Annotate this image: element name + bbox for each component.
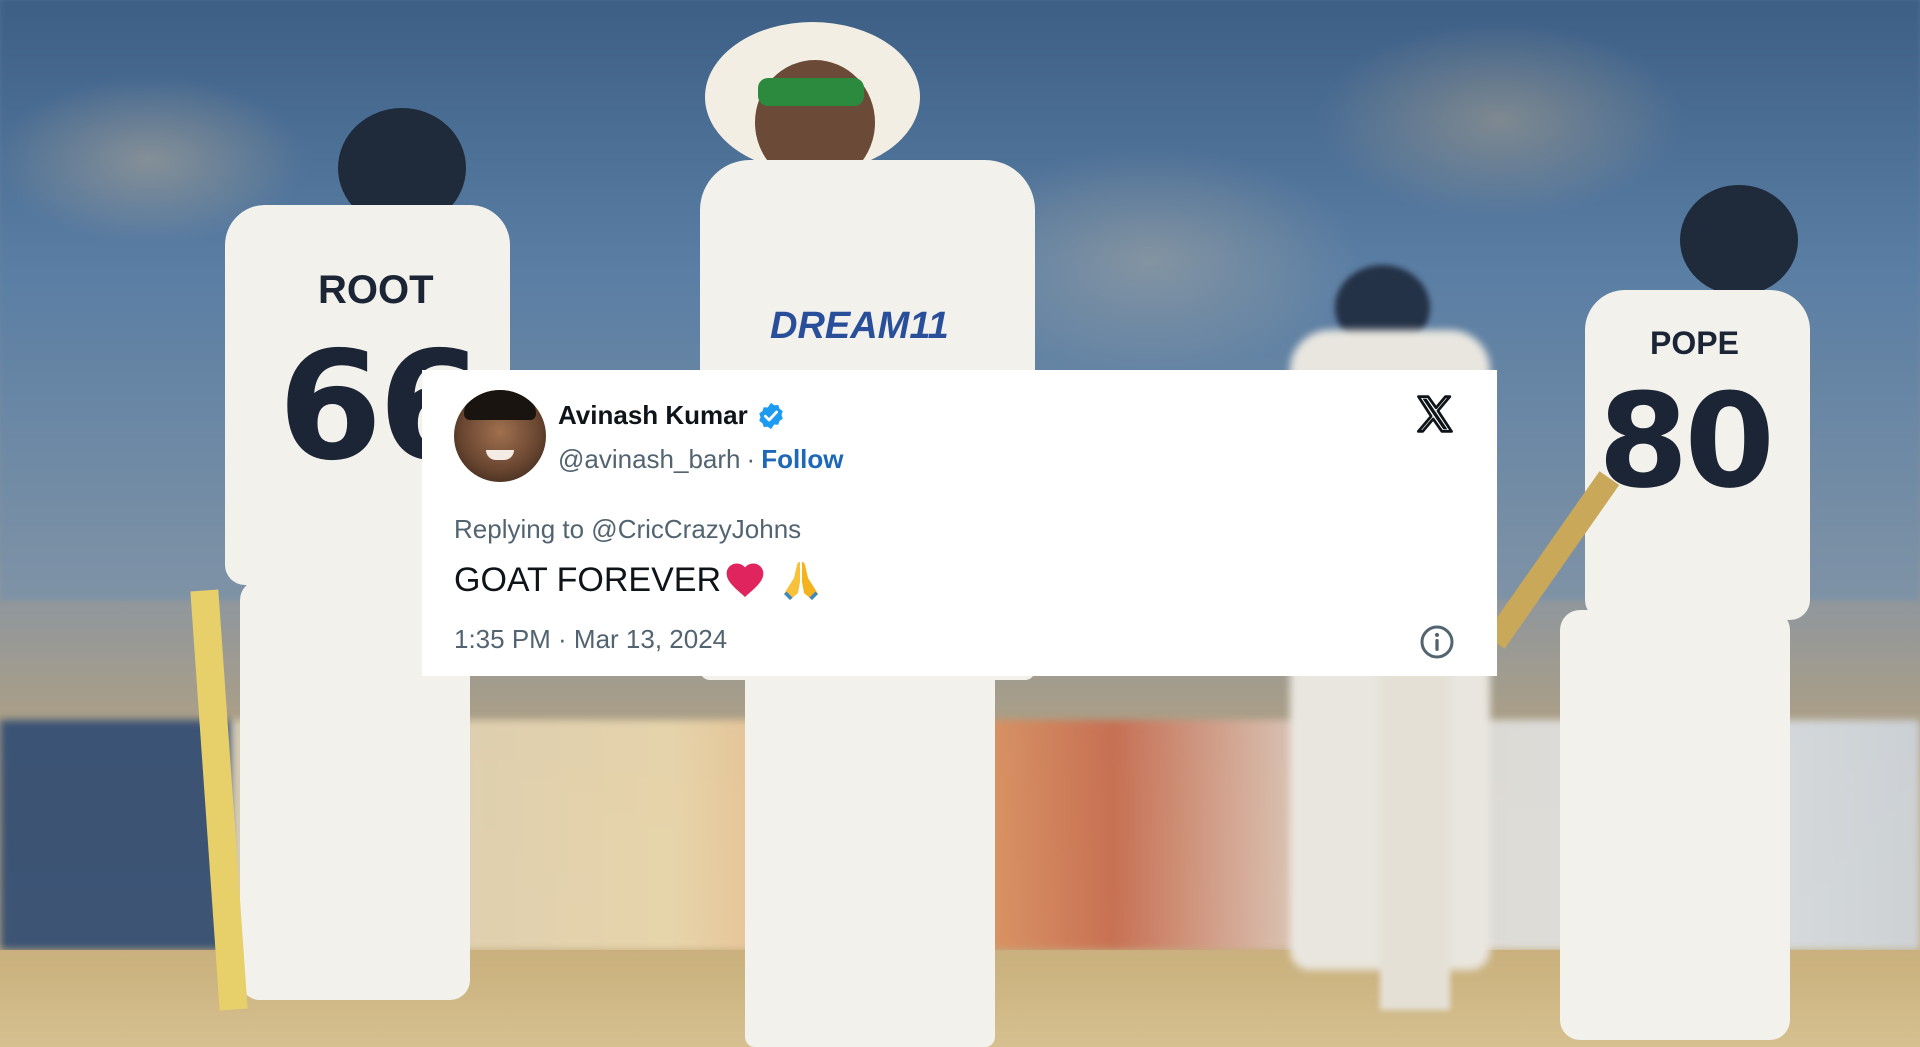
folded-hands-emoji-icon (784, 562, 819, 600)
tweet-text-row: GOAT FOREVER (454, 556, 825, 604)
tweet-text: GOAT FOREVER (454, 560, 722, 599)
replying-to[interactable]: Replying to @CricCrazyJohns (454, 514, 801, 545)
tweet-card[interactable]: Avinash Kumar @avinash_barh · Follow Rep… (422, 370, 1497, 676)
author-name[interactable]: Avinash Kumar (558, 400, 748, 431)
author-name-row: Avinash Kumar (558, 400, 786, 431)
info-icon[interactable] (1419, 624, 1455, 660)
verified-badge-icon (759, 402, 783, 429)
jersey-sponsor: DREAM11 (770, 305, 949, 347)
follow-button[interactable]: Follow (761, 444, 843, 475)
separator-dot: · (746, 444, 756, 474)
x-logo-icon[interactable] (1413, 392, 1457, 436)
author-avatar[interactable] (454, 390, 546, 482)
jersey-number-right: 80 (1598, 365, 1775, 517)
tweet-timestamp[interactable]: 1:35 PM · Mar 13, 2024 (454, 624, 727, 655)
author-handle[interactable]: @avinash_barh (558, 444, 741, 475)
jersey-name-right: POPE (1650, 325, 1739, 361)
heart-emoji-icon (726, 563, 764, 598)
author-handle-row: @avinash_barh · Follow (558, 444, 844, 475)
jersey-name-left: ROOT (318, 268, 434, 312)
